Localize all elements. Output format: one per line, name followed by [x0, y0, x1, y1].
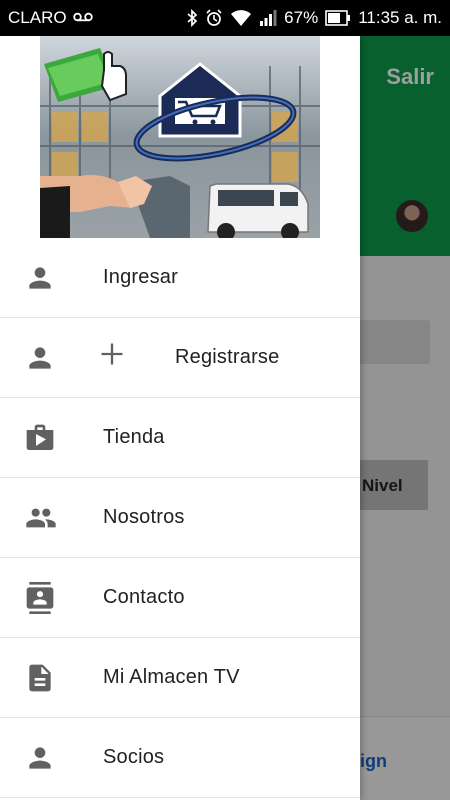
- navigation-drawer: Ingresar Registrarse Tienda Nosotros Con…: [0, 36, 360, 800]
- menu-item-mi-almacen-tv[interactable]: Mi Almacen TV: [0, 638, 360, 718]
- menu-item-label: Ingresar: [103, 266, 178, 288]
- signal-icon: [259, 9, 277, 27]
- menu-item-registrarse[interactable]: Registrarse: [0, 318, 360, 398]
- wifi-icon: [230, 9, 252, 27]
- group-icon: [24, 502, 56, 534]
- person-icon: [24, 742, 56, 774]
- person-icon: [24, 262, 56, 294]
- status-bar: CLARO 67% 11:35 a. m.: [0, 0, 450, 36]
- shop-icon: [24, 422, 56, 454]
- battery-percent: 67%: [284, 8, 319, 27]
- carrier-name: CLARO: [8, 8, 67, 27]
- menu-item-socios[interactable]: Socios: [0, 718, 360, 798]
- voicemail-icon: [72, 8, 93, 28]
- menu-item-label: Mi Almacen TV: [103, 666, 240, 688]
- battery-icon: [325, 10, 351, 26]
- menu-item-contacto[interactable]: Contacto: [0, 558, 360, 638]
- person-icon: [24, 342, 56, 374]
- menu-item-label: Nosotros: [103, 506, 185, 528]
- bluetooth-icon: [186, 9, 198, 27]
- menu-item-label: Registrarse: [175, 346, 280, 368]
- menu-item-label: Socios: [103, 746, 165, 768]
- clock: 11:35 a. m.: [358, 8, 442, 27]
- document-icon: [24, 662, 56, 694]
- menu-item-ingresar[interactable]: Ingresar: [0, 238, 360, 318]
- menu-item-label: Contacto: [103, 586, 185, 608]
- header-banner-image: [40, 36, 320, 238]
- contact-icon: [24, 582, 56, 614]
- menu-item-label: Tienda: [103, 426, 165, 448]
- plus-icon: [98, 340, 126, 368]
- menu-item-tienda[interactable]: Tienda: [0, 398, 360, 478]
- alarm-icon: [205, 9, 223, 27]
- menu-item-nosotros[interactable]: Nosotros: [0, 478, 360, 558]
- drawer-menu: Ingresar Registrarse Tienda Nosotros Con…: [0, 238, 360, 798]
